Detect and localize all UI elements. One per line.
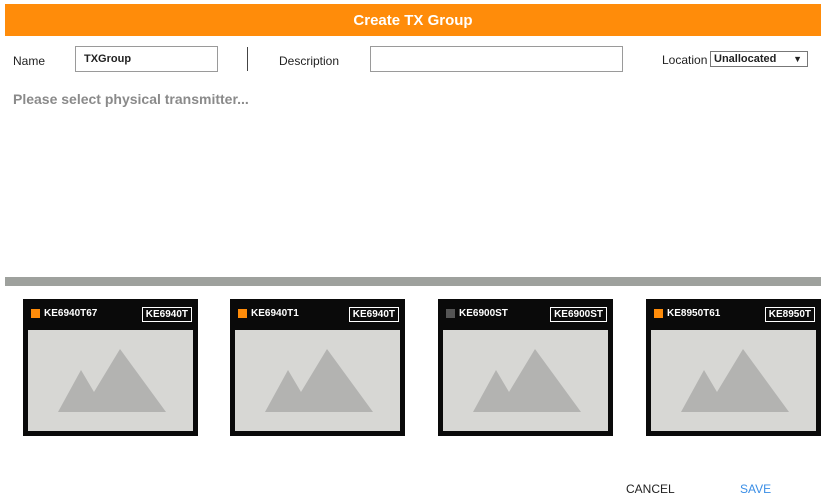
model-tag: KE6900ST [550,307,607,322]
image-placeholder-icon [443,330,608,431]
form-row: Name Description Location Unallocated ▼ [0,46,821,74]
save-button[interactable]: SAVE [740,482,771,496]
transmitter-card[interactable]: KE6940T1 KE6940T [230,299,405,436]
transmitter-name: KE8950T61 [667,308,721,319]
card-header: KE6900ST KE6900ST [438,299,613,329]
location-select[interactable]: Unallocated ▼ [710,51,808,67]
status-indicator [238,309,247,318]
transmitter-name: KE6940T1 [251,308,299,319]
dialog-title: Create TX Group [5,4,821,36]
card-header: KE8950T61 KE8950T [646,299,821,329]
section-divider[interactable] [5,277,821,286]
name-label: Name [13,54,46,68]
card-header: KE6940T67 KE6940T [23,299,198,329]
model-tag: KE8950T [764,307,815,322]
model-tag: KE6940T [348,307,399,322]
cancel-button[interactable]: CANCEL [626,482,675,496]
status-indicator [31,309,40,318]
image-placeholder-icon [651,330,816,431]
transmitter-card[interactable]: KE6940T67 KE6940T [23,299,198,436]
location-selected-value: Unallocated [714,53,777,65]
image-placeholder-icon [28,330,193,431]
chevron-down-icon: ▼ [793,54,802,64]
location-label: Location [662,53,708,67]
card-header: KE6940T1 KE6940T [230,299,405,329]
status-indicator [654,309,663,318]
transmitter-name: KE6900ST [459,308,508,319]
description-label: Description [279,54,340,68]
description-input[interactable] [370,46,623,72]
selection-hint: Please select physical transmitter... [13,91,249,107]
field-separator [247,47,248,71]
model-tag: KE6940T [141,307,192,322]
image-placeholder-icon [235,330,400,431]
name-input[interactable] [75,46,218,72]
transmitter-card[interactable]: KE6900ST KE6900ST [438,299,613,436]
status-indicator [446,309,455,318]
transmitter-card[interactable]: KE8950T61 KE8950T [646,299,821,436]
transmitter-name: KE6940T67 [44,308,98,319]
